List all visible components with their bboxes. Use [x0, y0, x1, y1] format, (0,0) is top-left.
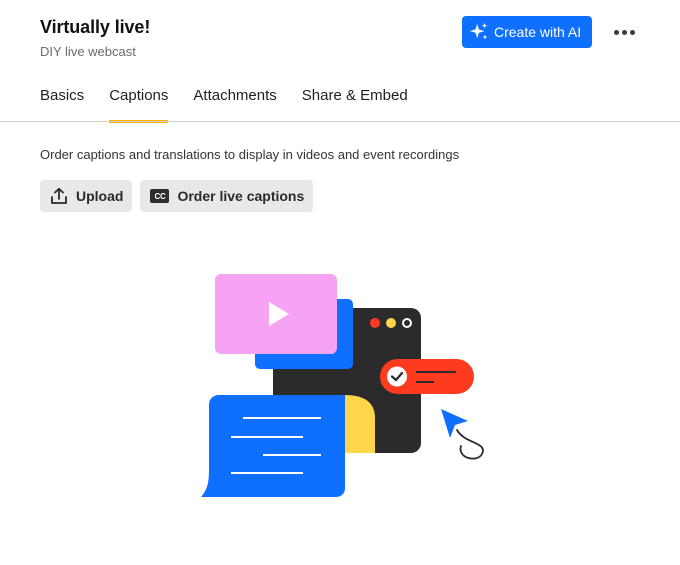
closed-captions-icon: CC — [150, 189, 170, 203]
sparkles-icon — [469, 22, 488, 40]
order-live-captions-button[interactable]: CC Order live captions — [140, 180, 314, 212]
tab-divider — [0, 121, 680, 122]
event-header: Virtually live! DIY live webcast — [40, 17, 150, 59]
more-horizontal-icon — [613, 29, 619, 35]
upload-icon — [51, 187, 67, 204]
tab-captions[interactable]: Captions — [109, 86, 169, 123]
more-horizontal-icon-dot — [629, 29, 635, 35]
tab-bar: Basics Captions Attachments Share & Embe… — [40, 86, 433, 123]
order-live-captions-label: Order live captions — [177, 188, 305, 204]
more-options-button[interactable] — [608, 20, 640, 44]
tab-share-embed[interactable]: Share & Embed — [302, 86, 408, 122]
tab-basics[interactable]: Basics — [40, 86, 84, 122]
captions-description: Order captions and translations to displ… — [40, 147, 460, 162]
create-with-ai-button[interactable]: Create with AI — [462, 16, 592, 48]
upload-button[interactable]: Upload — [40, 180, 133, 212]
more-horizontal-icon-dot — [621, 29, 627, 35]
captions-illustration — [201, 274, 484, 497]
caption-actions: Upload CC Order live captions — [40, 180, 314, 212]
page-subtitle: DIY live webcast — [40, 44, 136, 59]
page-title: Virtually live! — [40, 17, 151, 37]
tab-attachments[interactable]: Attachments — [193, 86, 276, 122]
upload-label: Upload — [76, 188, 124, 204]
create-with-ai-label: Create with AI — [494, 24, 582, 40]
